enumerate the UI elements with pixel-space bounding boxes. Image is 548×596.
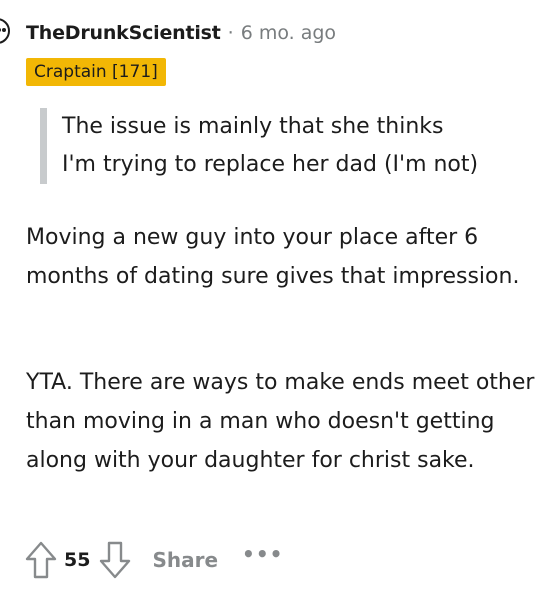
author-name[interactable]: TheDrunkScientist [26,22,221,44]
upvote-arrow-icon[interactable] [24,540,58,580]
quote-line: The issue is mainly that she thinks [62,114,444,139]
quote-line: I'm trying to replace her dad (I'm not) [62,152,479,177]
comment-timestamp[interactable]: 6 mo. ago [241,22,336,44]
user-avatar-icon[interactable] [0,18,10,44]
comment-paragraph: YTA. There are ways to make ends meet ot… [26,370,535,473]
comment-paragraph: Moving a new guy into your place after 6… [26,225,520,289]
comment: TheDrunkScientist · 6 mo. ago Craptain [… [0,0,548,596]
blockquote: The issue is mainly that she thinks I'm … [40,108,540,184]
avatar-eye [0,28,1,32]
comment-footer: 55 Share ••• [24,540,283,580]
avatar-eye [2,28,6,32]
vote-score: 55 [64,549,91,571]
separator-dot: · [227,22,234,44]
user-flair: Craptain [171] [26,58,166,86]
downvote-arrow-icon[interactable] [98,540,132,580]
more-options-icon[interactable]: ••• [242,542,283,566]
share-button[interactable]: Share [152,548,218,572]
comment-header: TheDrunkScientist · 6 mo. ago [26,20,336,46]
